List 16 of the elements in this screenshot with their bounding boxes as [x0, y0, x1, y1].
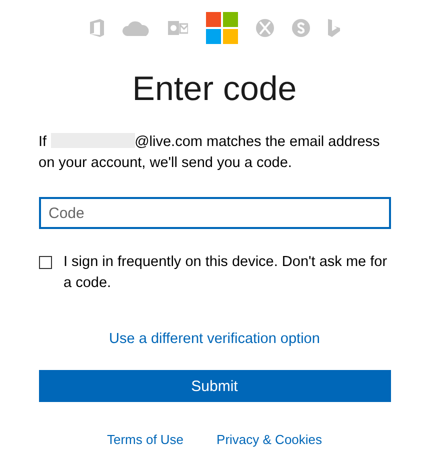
intro-text: If @live.com matches the email address on your account, we'll send you a code. — [38, 132, 381, 173]
verification-option-link[interactable]: Use a different verification option — [109, 331, 320, 347]
page-title: Enter code — [132, 69, 297, 110]
checkbox-label: I sign in frequently on this device. Don't ask me for a code. — [64, 253, 388, 293]
bing-icon — [328, 19, 340, 37]
skype-icon — [292, 19, 310, 37]
envelope-icon — [168, 19, 188, 37]
submit-button[interactable]: Submit — [38, 370, 390, 402]
office-icon — [90, 19, 104, 37]
xbox-icon — [256, 19, 274, 37]
checkbox[interactable] — [38, 256, 52, 269]
code-field[interactable]: Code — [38, 197, 390, 229]
cloud-icon — [122, 20, 150, 36]
footer-link[interactable]: Terms of Use — [106, 432, 184, 447]
footer-link[interactable]: Privacy & Cookies — [216, 432, 322, 447]
windows-logo-icon — [206, 12, 238, 44]
